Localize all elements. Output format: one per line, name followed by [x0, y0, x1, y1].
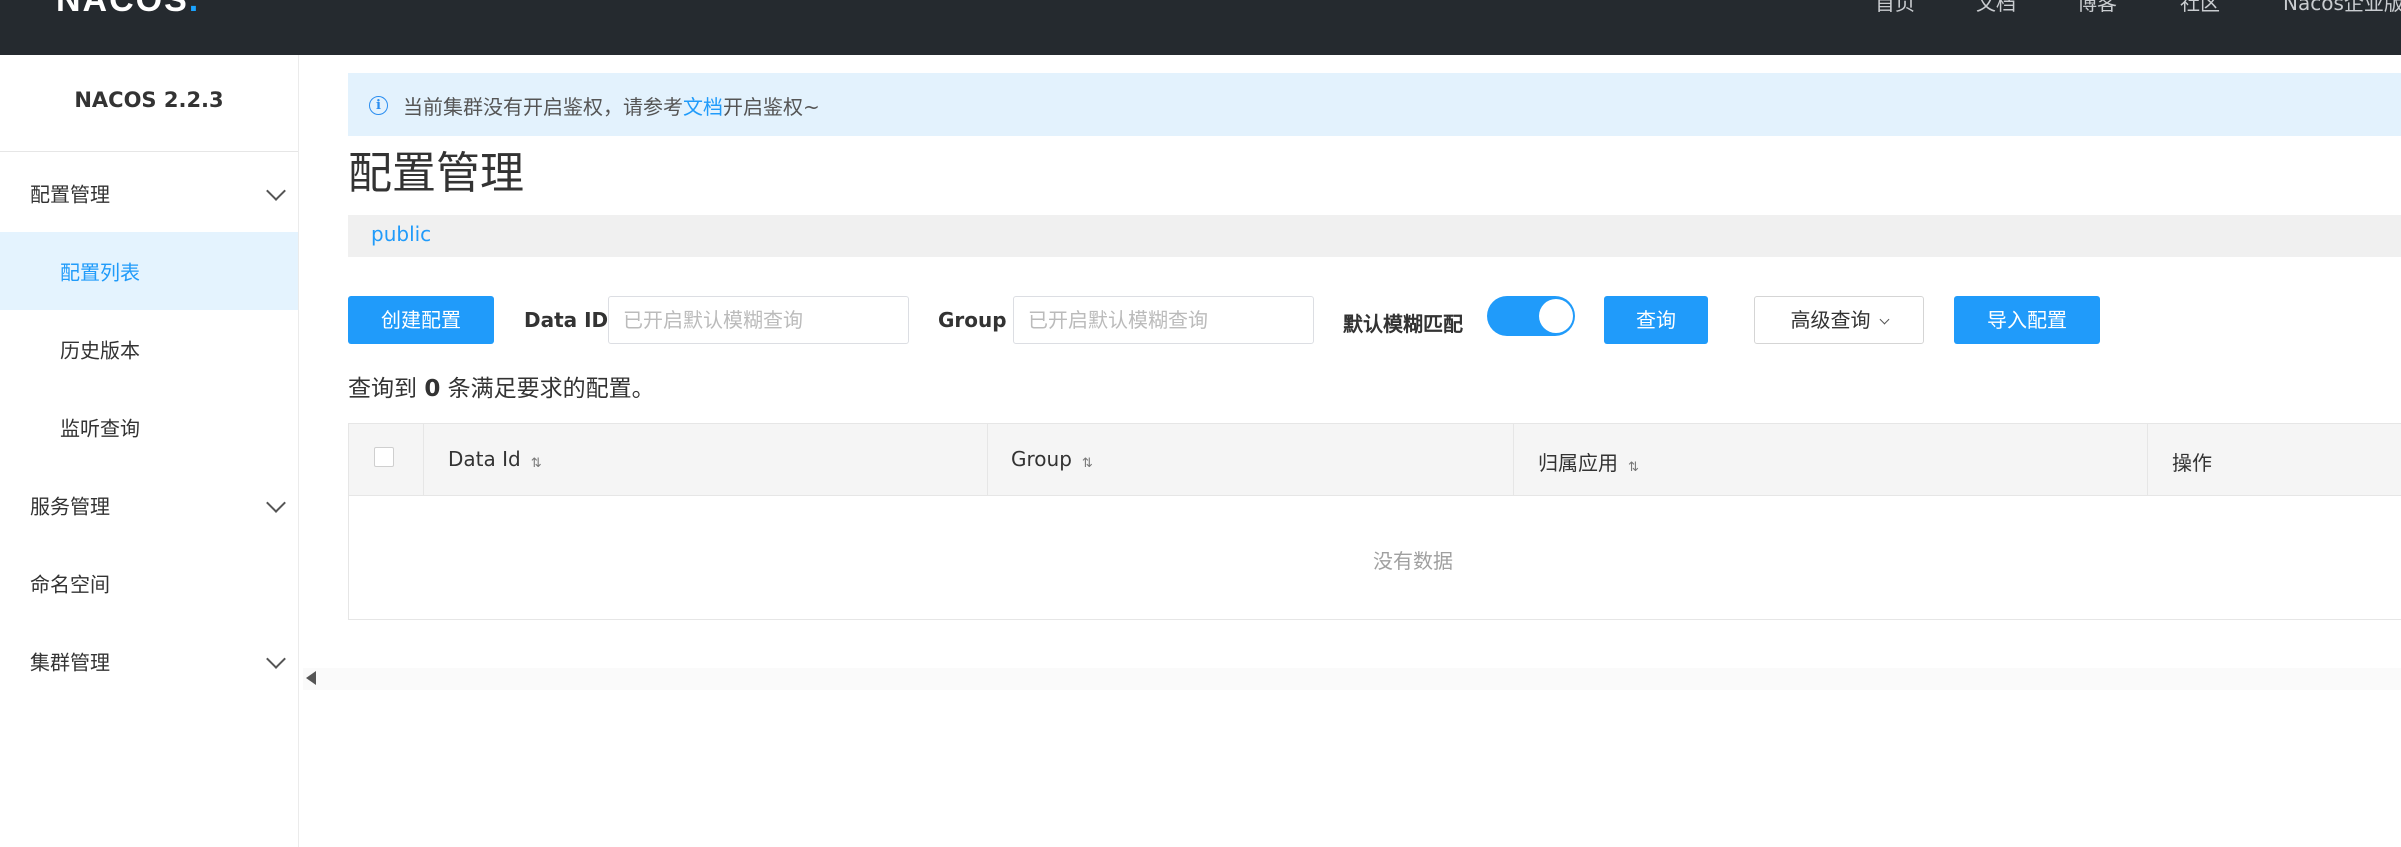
page-title: 配置管理: [348, 148, 524, 199]
toggle-knob: [1539, 299, 1573, 333]
version-label: NACOS 2.2.3: [74, 88, 224, 112]
table-header: [349, 424, 2401, 496]
chevron-down-icon: [266, 493, 286, 513]
column-header-label: Data Id: [448, 447, 521, 471]
sidebar-item-config-management[interactable]: 配置管理: [0, 154, 298, 232]
column-divider: [1513, 424, 1514, 495]
sidebar-item-label: 配置列表: [60, 260, 140, 285]
nav-community-link[interactable]: 社区: [2180, 0, 2220, 15]
nav-blog-link[interactable]: 博客: [2077, 0, 2117, 15]
top-header: [0, 0, 2401, 55]
result-suffix: 条满足要求的配置。: [440, 376, 655, 402]
info-icon: i: [369, 96, 388, 115]
alert-suffix: 开启鉴权~: [723, 95, 820, 119]
sidebar-item-history[interactable]: 历史版本: [0, 310, 298, 388]
horizontal-scrollbar[interactable]: [303, 668, 2401, 690]
sidebar-item-label: 监听查询: [60, 416, 140, 441]
alert-message: 当前集群没有开启鉴权，请参考文档开启鉴权~: [403, 91, 820, 120]
sidebar-item-listener-query[interactable]: 监听查询: [0, 388, 298, 466]
nav-enterprise-link[interactable]: Nacos企业版: [2283, 0, 2401, 15]
namespace-tab-public[interactable]: public: [371, 222, 431, 246]
sidebar-divider: [0, 151, 298, 152]
namespace-bar: [348, 215, 2401, 257]
sort-icon[interactable]: ⇅: [531, 456, 542, 471]
column-header-label: Group: [1011, 447, 1072, 471]
query-result-summary: 查询到 0 条满足要求的配置。: [348, 369, 655, 403]
sidebar-item-cluster-management[interactable]: 集群管理: [0, 622, 298, 700]
column-header-actions: 操作: [2172, 451, 2212, 475]
column-divider: [2147, 424, 2148, 495]
data-id-label: Data ID: [524, 308, 609, 332]
scroll-left-arrow-icon[interactable]: [306, 671, 316, 685]
logo-text: NACOS.: [56, 0, 201, 19]
column-divider: [423, 424, 424, 495]
nav-docs-link[interactable]: 文档: [1976, 0, 2016, 15]
column-header-group[interactable]: Group ⇅: [1011, 447, 1093, 471]
import-config-button[interactable]: 导入配置: [1954, 296, 2100, 344]
result-count: 0: [424, 376, 441, 402]
sidebar-item-config-list[interactable]: 配置列表: [0, 232, 298, 310]
group-input[interactable]: 已开启默认模糊查询: [1013, 296, 1314, 344]
advanced-query-label: 高级查询: [1790, 308, 1871, 332]
data-id-input[interactable]: 已开启默认模糊查询: [608, 296, 909, 344]
chevron-down-icon: [1879, 314, 1889, 325]
sidebar-item-label: 命名空间: [30, 572, 110, 597]
select-all-checkbox[interactable]: [374, 447, 394, 467]
column-header-label: 归属应用: [1538, 451, 1618, 475]
sidebar-item-label: 服务管理: [30, 494, 110, 519]
sidebar-item-namespace[interactable]: 命名空间: [0, 544, 298, 622]
empty-state-text: 没有数据: [1373, 549, 1453, 573]
column-divider: [987, 424, 988, 495]
column-header-data-id[interactable]: Data Id ⇅: [448, 447, 542, 471]
sidebar-item-label: 配置管理: [30, 182, 110, 207]
column-header-app[interactable]: 归属应用 ⇅: [1538, 447, 1639, 476]
advanced-query-button[interactable]: 高级查询: [1754, 296, 1924, 344]
create-config-button[interactable]: 创建配置: [348, 296, 494, 344]
sort-icon[interactable]: ⇅: [1082, 456, 1093, 471]
chevron-down-icon: [266, 181, 286, 201]
sidebar-item-label: 历史版本: [60, 338, 140, 363]
alert-prefix: 当前集群没有开启鉴权，请参考: [403, 95, 683, 119]
fuzzy-match-label: 默认模糊匹配: [1343, 312, 1463, 336]
sort-icon[interactable]: ⇅: [1628, 460, 1639, 475]
sidebar-item-service-management[interactable]: 服务管理: [0, 466, 298, 544]
group-label: Group: [938, 308, 1007, 332]
docs-link[interactable]: 文档: [683, 95, 723, 119]
nacos-logo[interactable]: NACOS.: [56, 0, 200, 18]
sidebar-item-label: 集群管理: [30, 650, 110, 675]
result-prefix: 查询到: [348, 376, 425, 402]
query-button[interactable]: 查询: [1604, 296, 1708, 344]
nav-home-link[interactable]: 首页: [1875, 0, 1915, 15]
chevron-down-icon: [266, 649, 286, 669]
